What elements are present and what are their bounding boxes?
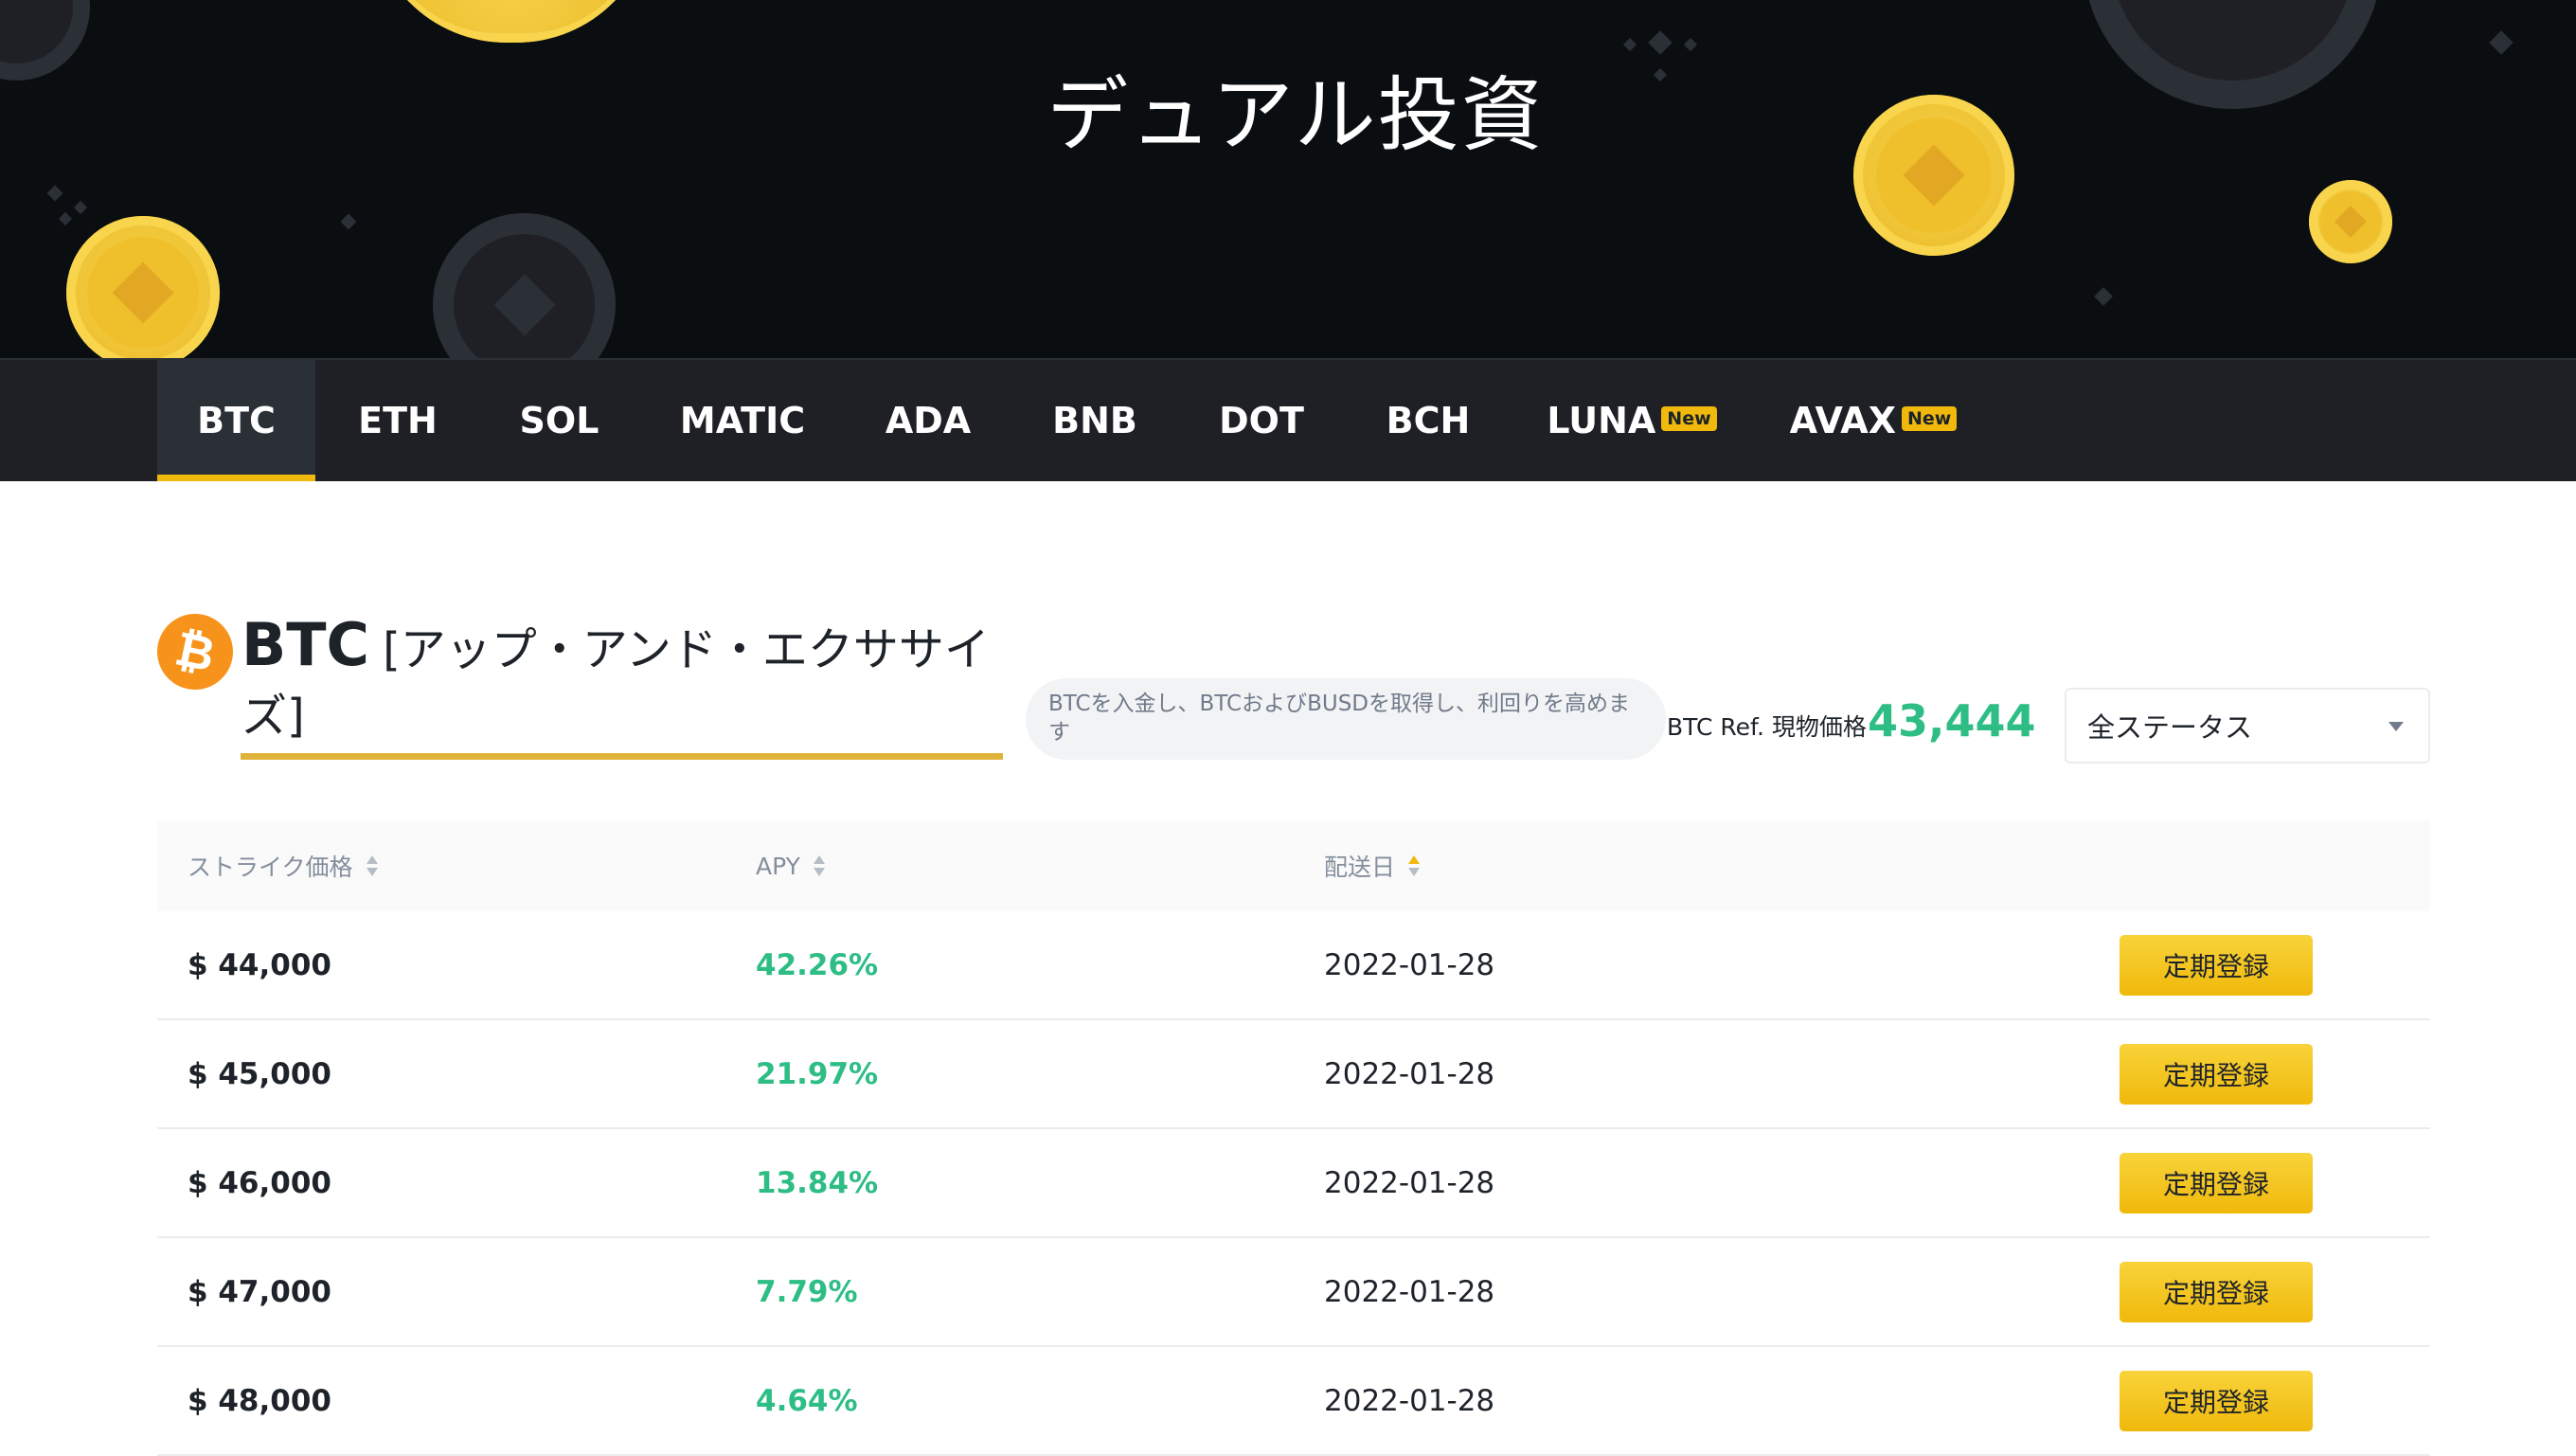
product-title: BTC [アップ・アンド・エクササイ ズ]: [242, 612, 999, 749]
sparkle-decoration: [46, 185, 63, 202]
subscribe-button[interactable]: 定期登録: [2120, 1371, 2313, 1431]
tab-label: ETH: [358, 400, 438, 441]
tab-sol[interactable]: SOL: [480, 360, 638, 481]
products-table: ストライク価格 APY 配送日 $ 44,000 42.26% 2022-01-…: [157, 820, 2430, 1456]
column-header-apy[interactable]: APY: [756, 820, 825, 911]
sparkle-decoration: [58, 211, 73, 226]
sparkle-decoration: [340, 213, 357, 230]
apy-value: 4.64%: [756, 1383, 858, 1418]
product-name-line1: [アップ・アンド・エクササイ: [383, 623, 990, 676]
subscribe-button[interactable]: 定期登録: [2120, 1044, 2313, 1105]
sort-icon: [366, 854, 378, 877]
tab-label: SOL: [519, 400, 599, 441]
tab-luna[interactable]: LUNA New: [1513, 360, 1750, 481]
sort-icon: [1408, 854, 1421, 877]
apy-value: 13.84%: [756, 1165, 879, 1200]
column-header-label: ストライク価格: [188, 854, 353, 881]
tab-label: AVAX: [1789, 400, 1897, 441]
coin-decoration: [369, 0, 653, 43]
table-row: $ 44,000 42.26% 2022-01-28 定期登録: [157, 911, 2430, 1020]
bitcoin-icon: ₿: [150, 606, 241, 697]
tab-label: BCH: [1386, 400, 1471, 441]
product-name-line2: ズ]: [242, 690, 305, 743]
coin-tabbar: BTC ETH SOL MATIC ADA BNB DOT BCH LUNA N…: [0, 358, 2576, 481]
tab-avax[interactable]: AVAX New: [1750, 360, 1996, 481]
table-header: ストライク価格 APY 配送日: [157, 820, 2430, 911]
sparkle-decoration: [2489, 30, 2513, 55]
delivery-date: 2022-01-28: [1324, 1056, 1495, 1091]
product-coin: BTC: [242, 610, 370, 679]
tab-label: LUNA: [1547, 400, 1656, 441]
apy-value: 7.79%: [756, 1274, 858, 1309]
status-filter-select[interactable]: 全ステータス: [2065, 688, 2430, 764]
column-header-label: 配送日: [1324, 854, 1396, 881]
sparkle-decoration: [2094, 287, 2113, 306]
strike-price: $ 46,000: [188, 1165, 331, 1200]
status-filter-value: 全ステータス: [2087, 711, 2253, 744]
product-description: BTCを入金し、BTCおよびBUSDを取得し、利回りを高めます: [1026, 678, 1666, 760]
subscribe-button[interactable]: 定期登録: [2120, 1262, 2313, 1322]
sparkle-decoration: [1648, 30, 1673, 55]
column-header-date[interactable]: 配送日: [1324, 820, 1421, 911]
hero-banner: デュアル投資: [0, 0, 2576, 358]
table-row: $ 46,000 13.84% 2022-01-28 定期登録: [157, 1129, 2430, 1238]
tab-bch[interactable]: BCH: [1343, 360, 1513, 481]
tab-matic[interactable]: MATIC: [638, 360, 847, 481]
column-header-label: APY: [756, 852, 800, 880]
delivery-date: 2022-01-28: [1324, 947, 1495, 982]
caret-down-icon: [2388, 722, 2404, 731]
sparkle-decoration: [1683, 37, 1698, 52]
delivery-date: 2022-01-28: [1324, 1165, 1495, 1200]
tab-label: ADA: [885, 400, 972, 441]
subscribe-button[interactable]: 定期登録: [2120, 935, 2313, 996]
ref-price-value: 43,444: [1868, 695, 2036, 746]
tab-label: BNB: [1052, 400, 1137, 441]
tab-bnb[interactable]: BNB: [1010, 360, 1180, 481]
tab-label: MATIC: [679, 400, 806, 441]
tab-dot[interactable]: DOT: [1180, 360, 1343, 481]
page-title: デュアル投資: [1046, 68, 1545, 163]
tab-eth[interactable]: ETH: [315, 360, 480, 481]
table-row: $ 45,000 21.97% 2022-01-28 定期登録: [157, 1020, 2430, 1129]
strike-price: $ 45,000: [188, 1056, 331, 1091]
column-header-strike[interactable]: ストライク価格: [188, 820, 378, 911]
tab-label: BTC: [197, 400, 276, 441]
apy-value: 21.97%: [756, 1056, 879, 1091]
ref-price-label: BTC Ref. 現物価格: [1667, 713, 1867, 741]
tab-ada[interactable]: ADA: [847, 360, 1010, 481]
subscribe-button[interactable]: 定期登録: [2120, 1153, 2313, 1213]
strike-price: $ 44,000: [188, 947, 331, 982]
sort-icon: [813, 854, 825, 877]
table-row: $ 48,000 4.64% 2022-01-28 定期登録: [157, 1347, 2430, 1456]
strike-price: $ 47,000: [188, 1274, 331, 1309]
new-badge: New: [1661, 406, 1717, 431]
strike-price: $ 48,000: [188, 1383, 331, 1418]
new-badge: New: [1902, 406, 1958, 431]
apy-value: 42.26%: [756, 947, 879, 982]
title-underline: [241, 753, 1003, 760]
coin-decoration: [2309, 180, 2392, 263]
tab-btc[interactable]: BTC: [157, 360, 315, 481]
table-row: $ 47,000 7.79% 2022-01-28 定期登録: [157, 1238, 2430, 1347]
sparkle-decoration: [1622, 37, 1637, 52]
coin-decoration: [433, 213, 616, 358]
tab-label: DOT: [1219, 400, 1304, 441]
coin-decoration: [66, 216, 220, 358]
delivery-date: 2022-01-28: [1324, 1274, 1495, 1309]
sparkle-decoration: [73, 200, 88, 215]
delivery-date: 2022-01-28: [1324, 1383, 1495, 1418]
